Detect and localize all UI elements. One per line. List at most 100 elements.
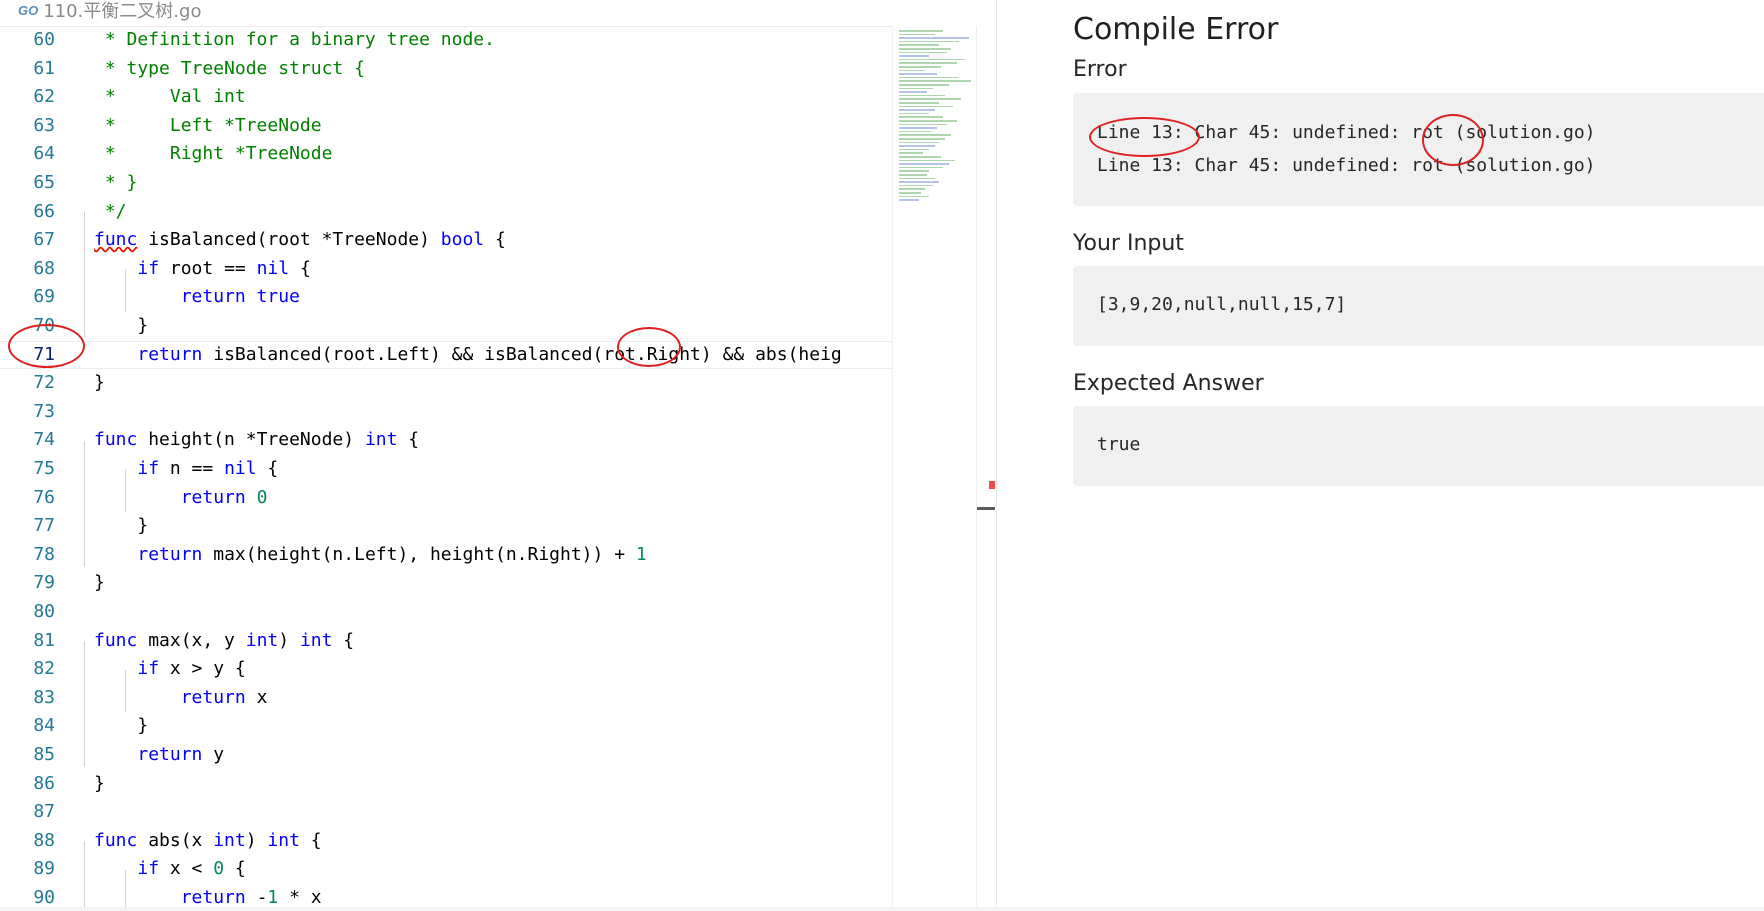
editor-scrollbar[interactable]	[976, 26, 995, 911]
code-text[interactable]: * Right *TreeNode	[94, 140, 333, 169]
minimap-line	[899, 109, 935, 111]
code-token: }	[94, 515, 149, 537]
line-number: 84	[33, 715, 55, 737]
code-text[interactable]: func max(x, y int) int {	[94, 627, 354, 656]
code-text[interactable]: * Left *TreeNode	[94, 112, 322, 141]
code-line[interactable]: 76 return 0	[0, 484, 892, 513]
code-text[interactable]: * }	[94, 169, 138, 198]
code-line[interactable]: 75 if n == nil {	[0, 455, 892, 484]
code-line[interactable]: 68 if root == nil {	[0, 255, 892, 284]
code-line[interactable]: 84 }	[0, 712, 892, 741]
code-text[interactable]: func isBalanced(root *TreeNode) bool {	[94, 226, 506, 255]
code-text[interactable]: }	[94, 569, 105, 598]
code-line[interactable]: 74 func height(n *TreeNode) int {	[0, 426, 892, 455]
code-token: }	[94, 372, 105, 394]
code-line[interactable]: 88 func abs(x int) int {	[0, 827, 892, 856]
code-token: return	[137, 744, 203, 765]
code-line[interactable]: 79}	[0, 569, 892, 598]
minimap-line	[899, 123, 947, 126]
scrollbar-error-marker	[989, 481, 995, 489]
window-bottom-edge	[0, 907, 1764, 911]
code-line[interactable]: 81 func max(x, y int) int {	[0, 627, 892, 656]
file-tab[interactable]: GO 110.平衡二叉树.go	[18, 0, 201, 26]
code-token: {	[256, 458, 279, 479]
code-text[interactable]: }	[94, 369, 105, 398]
code-token: 0	[256, 486, 268, 508]
code-token: {	[397, 429, 420, 451]
code-line[interactable]: 83 return x	[0, 684, 892, 713]
code-line[interactable]: 61 * type TreeNode struct {	[0, 55, 892, 84]
code-line[interactable]: 78 return max(height(n.Left), height(n.R…	[0, 541, 892, 570]
code-line[interactable]: 63 * Left *TreeNode	[0, 112, 892, 141]
code-text[interactable]: if root == nil {	[94, 255, 310, 284]
code-text[interactable]: }	[94, 312, 148, 341]
code-token: {	[332, 629, 355, 651]
line-number: 66	[33, 200, 55, 222]
code-line[interactable]: 80	[0, 598, 892, 627]
code-line[interactable]: 86}	[0, 770, 892, 799]
code-text[interactable]: if n == nil {	[94, 455, 278, 484]
code-line[interactable]: 62 * Val int	[0, 83, 892, 112]
result-panel: Compile Error Error Line 13: Char 45: un…	[996, 0, 1764, 911]
code-line[interactable]: 70 }	[0, 312, 892, 341]
code-token: * }	[94, 172, 138, 193]
code-line[interactable]: 67 func isBalanced(root *TreeNode) bool {	[0, 226, 892, 255]
line-number: 60	[33, 29, 55, 50]
code-line[interactable]: 69 return true	[0, 283, 892, 312]
code-line[interactable]: 85 return y	[0, 741, 892, 770]
code-text[interactable]: * Definition for a binary tree node.	[94, 26, 495, 55]
code-line[interactable]: 72}	[0, 369, 892, 398]
minimap-line	[899, 62, 957, 64]
code-token: x <	[159, 858, 214, 880]
code-line[interactable]: 87	[0, 798, 892, 827]
minimap[interactable]	[892, 26, 977, 911]
indent-guide	[84, 211, 85, 338]
minimap-line	[899, 188, 925, 190]
code-text[interactable]: func height(n *TreeNode) int {	[94, 426, 419, 455]
minimap-line	[899, 66, 941, 68]
code-text[interactable]: }	[94, 770, 105, 799]
code-token: int	[364, 429, 398, 451]
code-text[interactable]: return isBalanced(root.Left) && isBalanc…	[94, 342, 841, 369]
minimap-line	[899, 156, 941, 158]
code-line[interactable]: 71 return isBalanced(root.Left) && isBal…	[0, 340, 892, 370]
code-text[interactable]: * type TreeNode struct {	[94, 55, 365, 84]
code-token: * Val int	[94, 86, 246, 108]
code-line[interactable]: 82 if x > y {	[0, 655, 892, 684]
indent-guide	[125, 869, 126, 911]
scrollbar-position-marker[interactable]	[977, 507, 995, 510]
code-text[interactable]: */	[94, 198, 127, 227]
code-line[interactable]: 89 if x < 0 {	[0, 855, 892, 884]
code-line[interactable]: 65 * }	[0, 169, 892, 198]
code-token: * Definition for a binary tree node.	[94, 29, 495, 50]
code-token: func	[94, 629, 138, 651]
expected-answer-value: true	[1097, 434, 1141, 455]
code-token: int	[245, 629, 279, 651]
code-text[interactable]: if x > y {	[94, 655, 245, 684]
code-token: root ==	[159, 257, 257, 279]
code-text[interactable]: return y	[94, 741, 224, 770]
code-text[interactable]: func abs(x int) int {	[94, 827, 322, 856]
code-area[interactable]: 60 * Definition for a binary tree node. 6…	[0, 26, 892, 911]
code-token: * type TreeNode struct {	[94, 57, 365, 79]
code-line[interactable]: 73	[0, 398, 892, 427]
code-text[interactable]: if x < 0 {	[94, 855, 245, 884]
code-line[interactable]: 77 }	[0, 512, 892, 541]
code-text[interactable]: return 0	[94, 484, 268, 513]
code-text[interactable]: return x	[94, 684, 268, 713]
code-token: y	[202, 744, 225, 765]
code-token: return	[180, 286, 246, 308]
code-line[interactable]: 60 * Definition for a binary tree node.	[0, 26, 892, 55]
code-text[interactable]: }	[94, 712, 148, 741]
minimap-line	[899, 30, 943, 32]
code-text[interactable]: * Val int	[94, 83, 246, 112]
line-number: 62	[33, 86, 55, 108]
line-number: 68	[33, 257, 55, 279]
code-line[interactable]: 66 */	[0, 198, 892, 227]
code-editor[interactable]: GO 110.平衡二叉树.go 60 * Definition for a bin…	[0, 0, 995, 911]
code-line[interactable]: 64 * Right *TreeNode	[0, 140, 892, 169]
code-text[interactable]: return max(height(n.Left), height(n.Righ…	[94, 541, 646, 570]
code-text[interactable]: }	[94, 512, 148, 541]
